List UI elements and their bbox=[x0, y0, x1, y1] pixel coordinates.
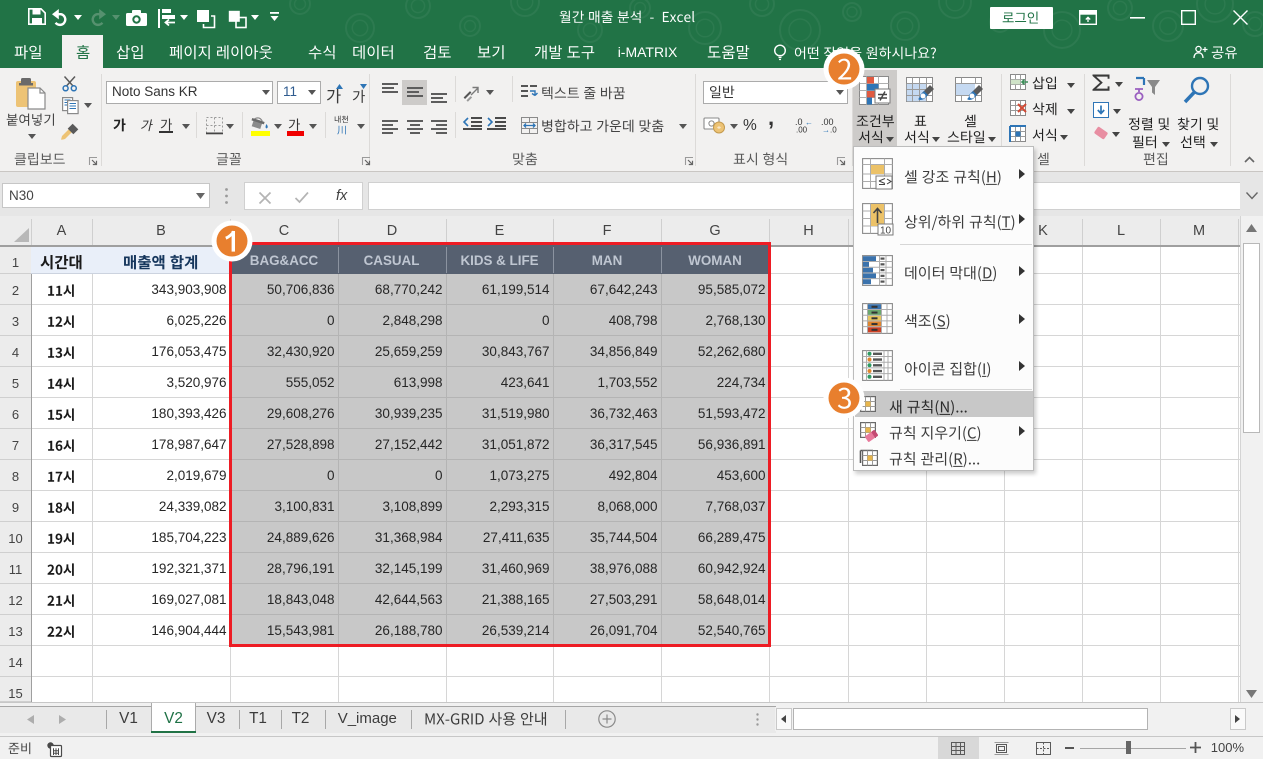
svg-text:→: → bbox=[822, 126, 830, 135]
svg-text:.00: .00 bbox=[796, 126, 808, 135]
svg-text:.0: .0 bbox=[830, 126, 837, 135]
svg-text:10: 10 bbox=[880, 226, 892, 237]
